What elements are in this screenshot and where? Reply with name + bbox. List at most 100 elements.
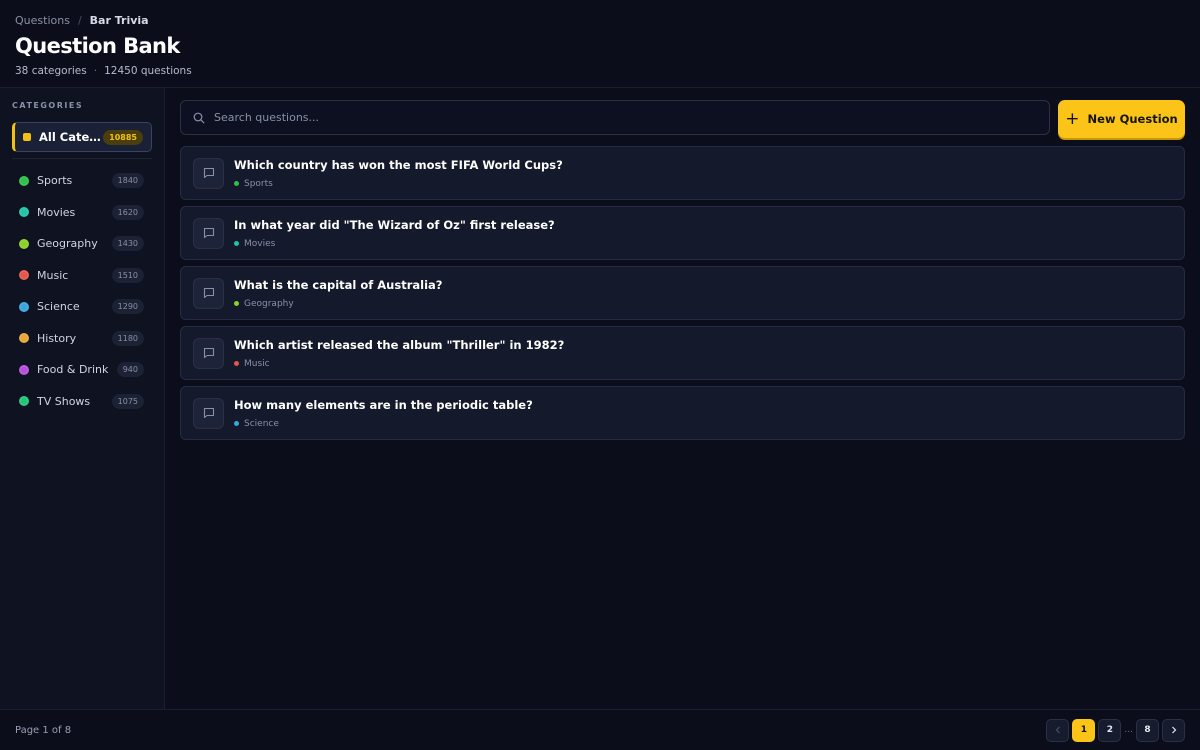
- message-square-icon: [203, 227, 214, 239]
- question-category: Movies: [244, 238, 276, 249]
- category-list: Sports 1840 Movies 1620 Geography 1430 Music 15…: [12, 165, 152, 417]
- category-count-badge: 1290: [111, 299, 144, 315]
- question-body: How many elements are in the periodic ta…: [234, 398, 533, 429]
- question-meta: Music: [234, 359, 564, 369]
- page-button-1[interactable]: 1: [1072, 718, 1096, 742]
- search-box[interactable]: [180, 100, 1050, 135]
- question-text: In what year did "The Wizard of Oz" firs…: [234, 217, 555, 232]
- question-category: Sports: [244, 178, 273, 189]
- question-body: In what year did "The Wizard of Oz" firs…: [234, 218, 555, 249]
- category-color-dot: [234, 361, 239, 366]
- question-card[interactable]: What is the capital of Australia? Geograp…: [180, 266, 1185, 320]
- question-meta: Geography: [234, 299, 442, 309]
- sidebar-item-label: Food & Drink: [37, 363, 109, 377]
- message-square-icon: [203, 167, 214, 179]
- sidebar-item-label: TV Shows: [37, 394, 91, 408]
- chevron-left-icon: [1055, 726, 1060, 734]
- category-color-dot: [19, 207, 29, 218]
- page-info: Page 1 of 8: [15, 724, 72, 736]
- sidebar-item-history[interactable]: History 1180: [12, 323, 152, 355]
- question-icon-tile: [193, 337, 224, 369]
- category-sidebar: CATEGORIES All Categories 10885 Sports 18…: [0, 88, 165, 709]
- sidebar-item-music[interactable]: Music 1510: [12, 260, 152, 292]
- category-count-badge: 940: [116, 362, 144, 378]
- question-meta: Sports: [234, 179, 563, 189]
- sidebar-item-sports[interactable]: Sports 1840: [12, 165, 152, 197]
- search-icon: [193, 112, 205, 123]
- pagination-footer: Page 1 of 8 1 2 ... 8: [0, 709, 1200, 750]
- new-question-button[interactable]: + New Question: [1058, 100, 1185, 138]
- toolbar: + New Question: [180, 100, 1185, 138]
- category-count-badge: 1510: [111, 267, 144, 283]
- categories-count: 38 categories: [15, 65, 87, 77]
- sidebar-item-geography[interactable]: Geography 1430: [12, 228, 152, 260]
- sidebar-item-label: All Categories: [39, 130, 101, 144]
- sidebar-item-movies[interactable]: Movies 1620: [12, 197, 152, 229]
- question-body: Which country has won the most FIFA Worl…: [234, 158, 563, 189]
- category-color-dot: [234, 181, 239, 186]
- category-count-badge: 1180: [111, 330, 144, 346]
- category-count-badge: 10885: [103, 129, 143, 145]
- category-color-dot: [19, 333, 29, 344]
- breadcrumb-separator: /: [77, 13, 82, 27]
- category-color-dot: [19, 301, 29, 312]
- category-color-dot: [234, 241, 239, 246]
- question-icon-tile: [193, 397, 224, 429]
- sidebar-item-label: Movies: [37, 205, 76, 219]
- sidebar-item-food-drink[interactable]: Food & Drink 940: [12, 354, 152, 386]
- category-color-dot: [19, 364, 29, 375]
- question-text: How many elements are in the periodic ta…: [234, 397, 533, 412]
- question-text: What is the capital of Australia?: [234, 277, 443, 292]
- message-square-icon: [203, 347, 214, 359]
- page-title: Question Bank: [15, 34, 180, 58]
- category-color-dot: [19, 238, 29, 249]
- plus-icon: +: [1065, 108, 1080, 129]
- stats-separator: ·: [93, 65, 98, 77]
- page-header: Questions / Bar Trivia Question Bank 38 …: [0, 0, 1200, 88]
- question-text: Which country has won the most FIFA Worl…: [234, 157, 563, 172]
- category-color-dot: [234, 301, 239, 306]
- sidebar-item-science[interactable]: Science 1290: [12, 291, 152, 323]
- page-stats: 38 categories · 12450 questions: [15, 65, 1185, 77]
- question-card[interactable]: Which country has won the most FIFA Worl…: [180, 146, 1185, 200]
- sidebar-item-tv-shows[interactable]: TV Shows 1075: [12, 386, 152, 418]
- question-card[interactable]: How many elements are in the periodic ta…: [180, 386, 1185, 440]
- question-list: Which country has won the most FIFA Worl…: [180, 146, 1185, 440]
- question-icon-tile: [193, 217, 224, 249]
- breadcrumb-current: Bar Trivia: [89, 13, 149, 27]
- category-color-dot: [19, 270, 29, 281]
- question-meta: Science: [234, 419, 533, 429]
- message-square-icon: [203, 287, 214, 299]
- page-button-2[interactable]: 2: [1098, 718, 1122, 742]
- question-card[interactable]: Which artist released the album "Thrille…: [180, 326, 1185, 380]
- message-square-icon: [203, 407, 214, 419]
- breadcrumb-questions-link[interactable]: Questions: [15, 14, 70, 27]
- question-card[interactable]: In what year did "The Wizard of Oz" firs…: [180, 206, 1185, 260]
- question-category: Science: [244, 418, 279, 429]
- page-button-8[interactable]: 8: [1136, 718, 1159, 742]
- category-color-dot: [19, 396, 29, 407]
- sidebar-heading: CATEGORIES: [12, 101, 84, 110]
- question-meta: Movies: [234, 239, 555, 249]
- page-ellipsis: ...: [1124, 725, 1133, 735]
- sidebar-divider: [12, 158, 152, 159]
- question-icon-tile: [193, 277, 224, 309]
- question-icon-tile: [193, 157, 224, 189]
- question-text: Which artist released the album "Thrille…: [234, 337, 565, 352]
- sidebar-item-all-categories[interactable]: All Categories 10885: [12, 122, 152, 152]
- breadcrumb: Questions / Bar Trivia: [15, 12, 1185, 28]
- sidebar-item-label: Geography: [37, 237, 98, 251]
- questions-count: 12450 questions: [104, 65, 192, 77]
- next-page-button[interactable]: [1162, 718, 1185, 742]
- question-category: Music: [244, 358, 270, 369]
- new-question-label: New Question: [1087, 112, 1178, 126]
- sidebar-item-label: History: [37, 331, 77, 345]
- main-content: + New Question Which country has won the…: [180, 100, 1185, 446]
- question-category: Geography: [244, 298, 294, 309]
- sidebar-item-label: Science: [37, 300, 80, 314]
- pagination: 1 2 ... 8: [1043, 718, 1185, 742]
- search-input[interactable]: [214, 111, 1014, 124]
- previous-page-button[interactable]: [1046, 718, 1070, 742]
- sidebar-item-label: Sports: [37, 174, 73, 188]
- category-color-swatch: [23, 133, 31, 141]
